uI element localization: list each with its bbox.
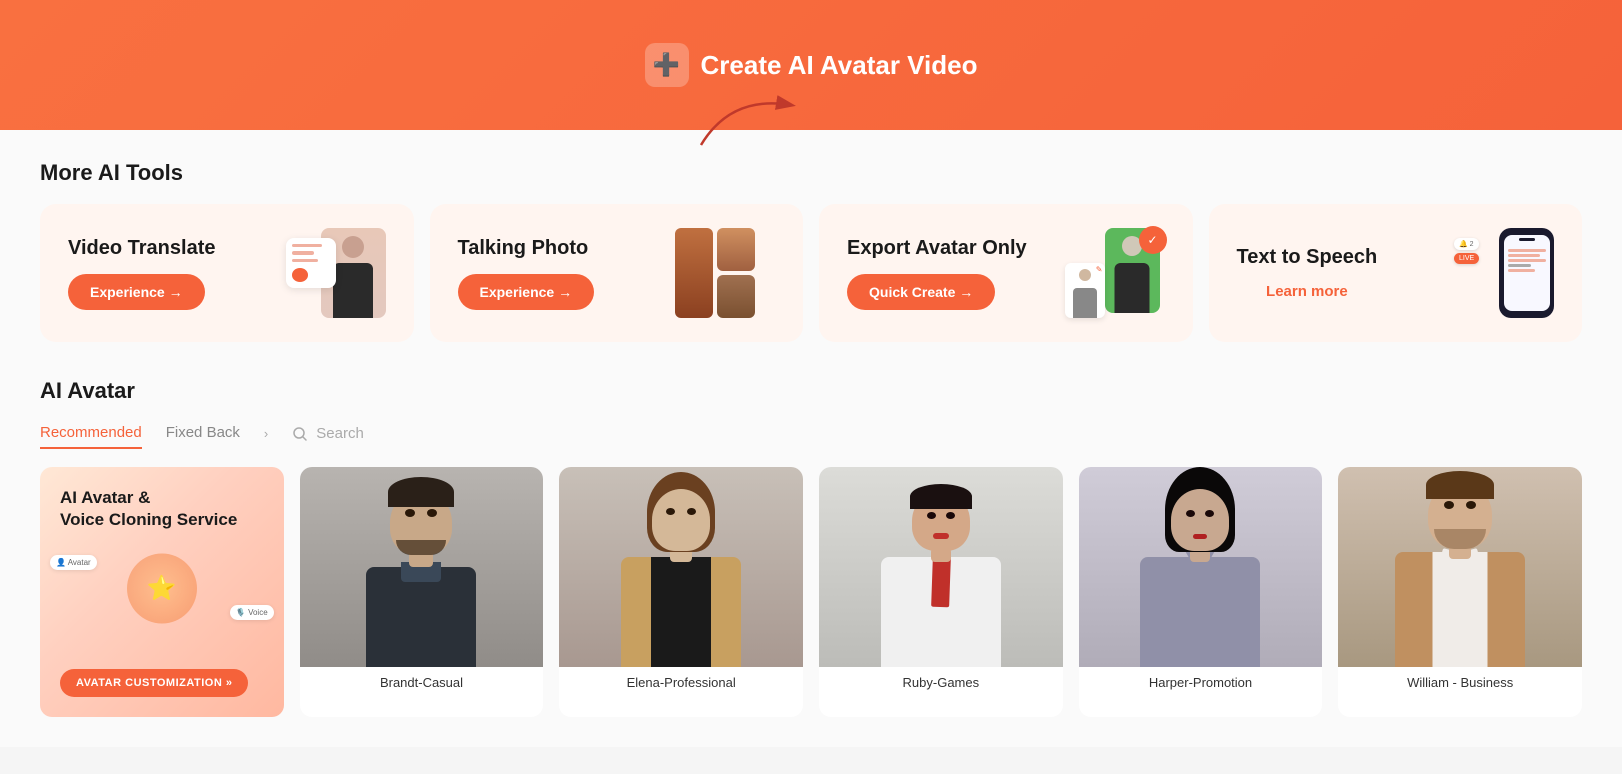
- tp-grid: [675, 228, 755, 318]
- export-avatar-quick-create-button[interactable]: Quick Create →: [847, 274, 995, 310]
- tab-chevron-icon[interactable]: ›: [264, 426, 268, 441]
- ea-badge: ✓: [1139, 226, 1167, 254]
- avatar-name-harper: Harper-Promotion: [1079, 667, 1323, 698]
- tool-name-talking-photo: Talking Photo: [458, 237, 595, 260]
- tab-recommended[interactable]: Recommended: [40, 418, 142, 449]
- avatar-promo-card[interactable]: AI Avatar &Voice Cloning Service ⭐ 👤 Ava…: [40, 467, 284, 717]
- banner-plus-icon: ➕: [645, 43, 689, 87]
- tool-card-right-tp: [675, 228, 775, 318]
- banner-button[interactable]: ➕ Create AI Avatar Video: [645, 43, 978, 87]
- tool-card-text-to-speech[interactable]: Text to Speech Learn more: [1209, 204, 1583, 342]
- avatar-name-elena: Elena-Professional: [559, 667, 803, 698]
- tool-card-talking-photo[interactable]: Talking Photo Experience →: [430, 204, 804, 342]
- avatar-card-ruby[interactable]: Ruby-Games: [819, 467, 1063, 717]
- avatar-img-elena: [559, 467, 803, 667]
- avatar-section-title: AI Avatar: [40, 378, 1582, 404]
- tool-card-right-tts: 🔔 2 LIVE: [1454, 228, 1554, 318]
- avatar-name-ruby: Ruby-Games: [819, 667, 1063, 698]
- create-avatar-banner[interactable]: ➕ Create AI Avatar Video: [0, 0, 1622, 130]
- tool-name-export-avatar: Export Avatar Only: [847, 237, 1027, 260]
- tool-name-text-to-speech: Text to Speech: [1237, 246, 1378, 269]
- avatar-card-brandt[interactable]: Brandt-Casual: [300, 467, 544, 717]
- tool-name-video-translate: Video Translate: [68, 237, 215, 260]
- video-translate-experience-button[interactable]: Experience →: [68, 274, 205, 310]
- tool-card-right-ea: ✓ ✎: [1065, 228, 1165, 318]
- main-content: More AI Tools Video Translate Experience…: [0, 130, 1622, 747]
- avatar-card-william[interactable]: HOT: [1338, 467, 1582, 717]
- tab-fixed-back[interactable]: Fixed Back: [166, 418, 240, 449]
- tool-card-video-translate[interactable]: Video Translate Experience →: [40, 204, 414, 342]
- tool-card-right-vt: [286, 228, 386, 318]
- avatar-customization-button[interactable]: AVATAR CUSTOMIZATION »: [60, 669, 248, 697]
- avatar-name-brandt: Brandt-Casual: [300, 667, 544, 698]
- tabs-row: Recommended Fixed Back › Search: [40, 418, 1582, 449]
- vt-ui-box: [286, 238, 336, 288]
- tools-row: Video Translate Experience →: [40, 204, 1582, 342]
- avatar-img-harper: [1079, 467, 1323, 667]
- avatar-img-william: [1338, 467, 1582, 667]
- tool-card-export-avatar[interactable]: Export Avatar Only Quick Create → ✓ ✎: [819, 204, 1193, 342]
- tool-card-left-tts: Text to Speech Learn more: [1237, 246, 1378, 300]
- promo-title: AI Avatar &Voice Cloning Service: [60, 487, 264, 531]
- avatar-name-william: William - Business: [1338, 667, 1582, 698]
- tool-card-left: Video Translate Experience →: [68, 237, 215, 310]
- text-to-speech-learn-more-button[interactable]: Learn more: [1237, 283, 1378, 300]
- search-label: Search: [316, 425, 364, 442]
- tool-card-left-ea: Export Avatar Only Quick Create →: [847, 237, 1027, 310]
- avatar-img-brandt: [300, 467, 544, 667]
- more-tools-title: More AI Tools: [40, 160, 1582, 186]
- avatar-card-harper[interactable]: Harper-Promotion: [1079, 467, 1323, 717]
- avatar-card-elena[interactable]: Elena-Professional: [559, 467, 803, 717]
- talking-photo-experience-button[interactable]: Experience →: [458, 274, 595, 310]
- avatar-img-ruby: [819, 467, 1063, 667]
- search-area[interactable]: Search: [292, 425, 364, 442]
- avatar-grid: AI Avatar &Voice Cloning Service ⭐ 👤 Ava…: [40, 467, 1582, 717]
- search-icon: [292, 426, 308, 442]
- banner-label: Create AI Avatar Video: [701, 50, 978, 81]
- tool-card-left-tp: Talking Photo Experience →: [458, 237, 595, 310]
